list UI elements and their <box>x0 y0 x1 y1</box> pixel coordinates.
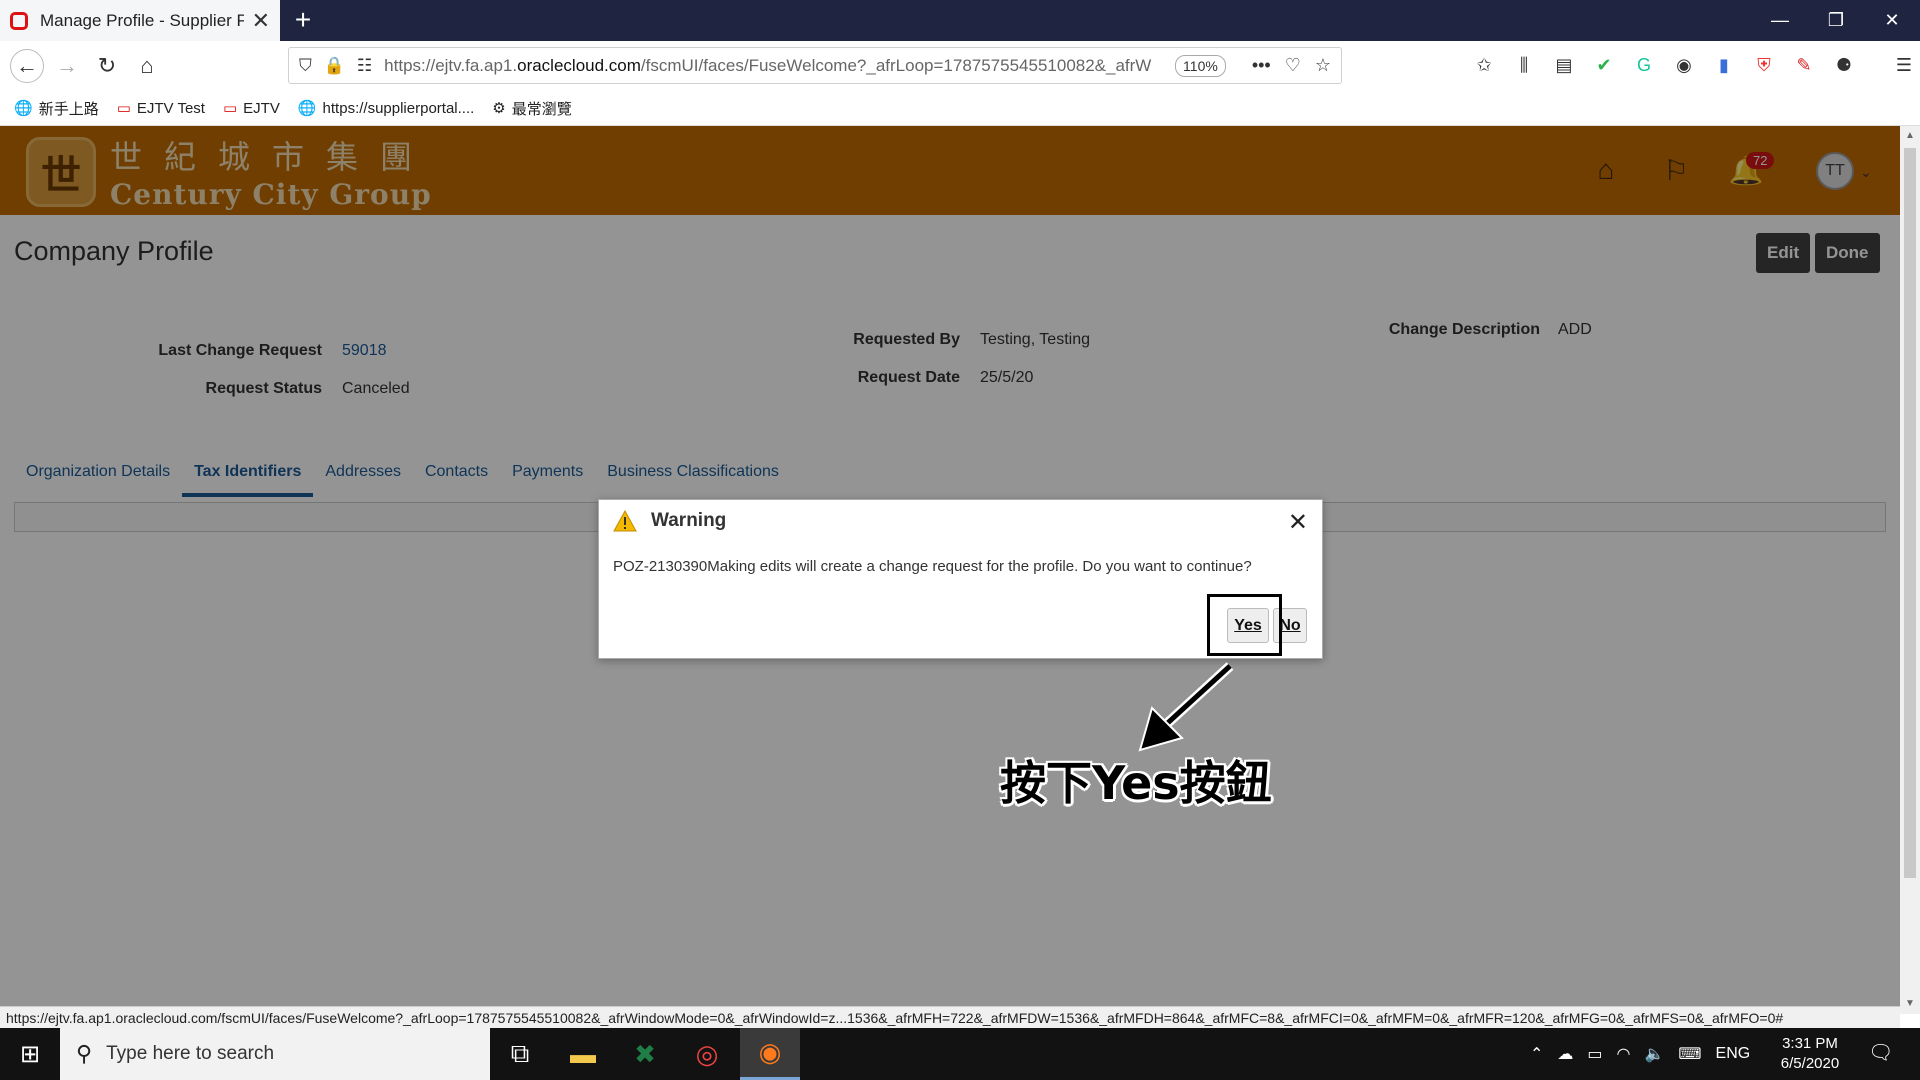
browser-nav-bar: ← → ↻ ⌂ ⛉ 🔒 ☷ https://ejtv.fa.ap1.oracle… <box>0 41 1920 91</box>
wifi-icon[interactable]: ◠ <box>1617 1044 1631 1064</box>
oracle-icon: ▭ <box>222 100 238 117</box>
scrollbar-thumb[interactable] <box>1904 148 1916 878</box>
menu-icon[interactable]: ☰ <box>1890 51 1918 79</box>
language-indicator[interactable]: ENG <box>1716 1045 1751 1063</box>
bookmarks-bar: 🌐 新手上路 ▭ EJTV Test ▭ EJTV 🌐 https://supplier… <box>0 91 1920 126</box>
home-icon[interactable]: ⌂ <box>132 51 162 81</box>
browser-tab-bar: Manage Profile - Supplier Porta ✕ + — ❐ … <box>0 0 1920 41</box>
oracle-icon <box>10 11 28 30</box>
gear-icon: ⚙ <box>492 100 506 117</box>
annotation-arrow-icon <box>1138 662 1234 752</box>
close-icon[interactable]: ✕ <box>1288 508 1308 537</box>
taskbar-search[interactable]: ⚲ Type here to search <box>60 1028 490 1080</box>
chevron-up-icon[interactable]: ⌃ <box>1530 1044 1543 1064</box>
close-window-icon[interactable]: ✕ <box>1864 0 1920 41</box>
annotation-text: 按下Yes按鈕 <box>1000 756 1272 810</box>
cloud-icon[interactable]: ☁ <box>1557 1044 1573 1064</box>
tab-title: Manage Profile - Supplier Porta <box>40 10 244 30</box>
shield-icon[interactable]: ⛉ <box>299 56 312 76</box>
warning-icon <box>613 510 637 532</box>
extension-icon[interactable]: ⚈ <box>1830 51 1858 79</box>
url-text[interactable]: https://ejtv.fa.ap1.oraclecloud.com/fscm… <box>384 56 1163 76</box>
scroll-up-icon[interactable]: ▲ <box>1900 126 1920 146</box>
minimize-icon[interactable]: — <box>1752 0 1808 41</box>
back-arrow-icon[interactable]: ← <box>10 49 44 83</box>
chrome-icon[interactable]: ◎ <box>677 1028 737 1080</box>
file-explorer-icon[interactable]: ▬ <box>553 1028 613 1080</box>
bookmark-icon[interactable]: ▮ <box>1710 51 1738 79</box>
windows-start-icon[interactable]: ⊞ <box>0 1028 60 1080</box>
dialog-message: POZ-2130390Making edits will create a ch… <box>613 558 1252 575</box>
forward-arrow-icon[interactable]: → <box>52 51 82 81</box>
new-tab-button[interactable]: + <box>288 4 318 36</box>
highlight-box <box>1207 594 1282 656</box>
account-icon[interactable]: ◉ <box>1670 51 1698 79</box>
battery-icon[interactable]: ▭ <box>1587 1044 1602 1064</box>
firefox-icon[interactable]: ◉ <box>740 1028 800 1080</box>
sidebar-icon[interactable]: ▤ <box>1550 51 1578 79</box>
bookmarks-star-icon[interactable]: ✩ <box>1470 51 1498 79</box>
browser-tab[interactable]: Manage Profile - Supplier Porta ✕ <box>0 0 280 41</box>
volume-icon[interactable]: 🔈 <box>1645 1044 1665 1064</box>
scroll-down-icon[interactable]: ▼ <box>1900 994 1920 1014</box>
extension-check-icon[interactable]: ✔ <box>1590 51 1618 79</box>
windows-taskbar: ⊞ ⚲ Type here to search ⧉ ▬ ✖ ◎ ◉ ⌃ ☁ ▭ … <box>0 1028 1920 1080</box>
zoom-level[interactable]: 110% <box>1175 54 1226 77</box>
dialog-title: Warning <box>651 510 727 531</box>
search-icon: ⚲ <box>76 1041 93 1066</box>
more-actions-icon[interactable]: ••• <box>1252 55 1271 76</box>
globe-icon: 🌐 <box>14 100 33 117</box>
shield-ext-icon[interactable]: ⛨ <box>1750 51 1778 79</box>
grammarly-icon[interactable]: G <box>1630 51 1658 79</box>
action-center-icon[interactable]: 🗨 <box>1868 1040 1893 1065</box>
bookmark-star-icon[interactable]: ☆ <box>1315 55 1331 76</box>
pocket-icon[interactable]: ♡ <box>1285 55 1301 76</box>
lock-icon[interactable]: 🔒 <box>324 56 345 76</box>
bookmark-item[interactable]: ▭ EJTV <box>222 99 280 118</box>
url-bar[interactable]: ⛉ 🔒 ☷ https://ejtv.fa.ap1.oraclecloud.co… <box>288 47 1342 84</box>
pdf-icon[interactable]: ✎ <box>1790 51 1818 79</box>
bookmark-item[interactable]: 🌐 新手上路 <box>14 98 99 119</box>
search-placeholder: Type here to search <box>106 1043 275 1064</box>
reload-icon[interactable]: ↻ <box>92 51 122 81</box>
clock[interactable]: 3:31 PM 6/5/2020 <box>1770 1034 1850 1074</box>
status-url: https://ejtv.fa.ap1.oraclecloud.com/fscm… <box>0 1006 1900 1028</box>
bookmark-item[interactable]: 🌐 https://supplierportal.... <box>297 99 474 118</box>
system-tray: ⌃ ☁ ▭ ◠ 🔈 ⌨ ENG <box>1530 1028 1750 1080</box>
excel-icon[interactable]: ✖ <box>615 1028 675 1080</box>
keyboard-icon[interactable]: ⌨ <box>1678 1044 1701 1064</box>
bookmark-item[interactable]: ▭ EJTV Test <box>116 99 205 118</box>
task-view-icon[interactable]: ⧉ <box>490 1028 550 1080</box>
library-icon[interactable]: ⫼ <box>1510 51 1538 79</box>
page-scrollbar[interactable]: ▲ ▼ <box>1900 126 1920 1014</box>
oracle-icon: ▭ <box>116 100 131 117</box>
bookmark-item[interactable]: ⚙ 最常瀏覽 <box>492 98 571 119</box>
close-tab-icon[interactable]: ✕ <box>252 8 270 34</box>
restore-icon[interactable]: ❐ <box>1808 0 1864 41</box>
permissions-icon[interactable]: ☷ <box>357 56 372 76</box>
globe-icon: 🌐 <box>297 100 317 117</box>
